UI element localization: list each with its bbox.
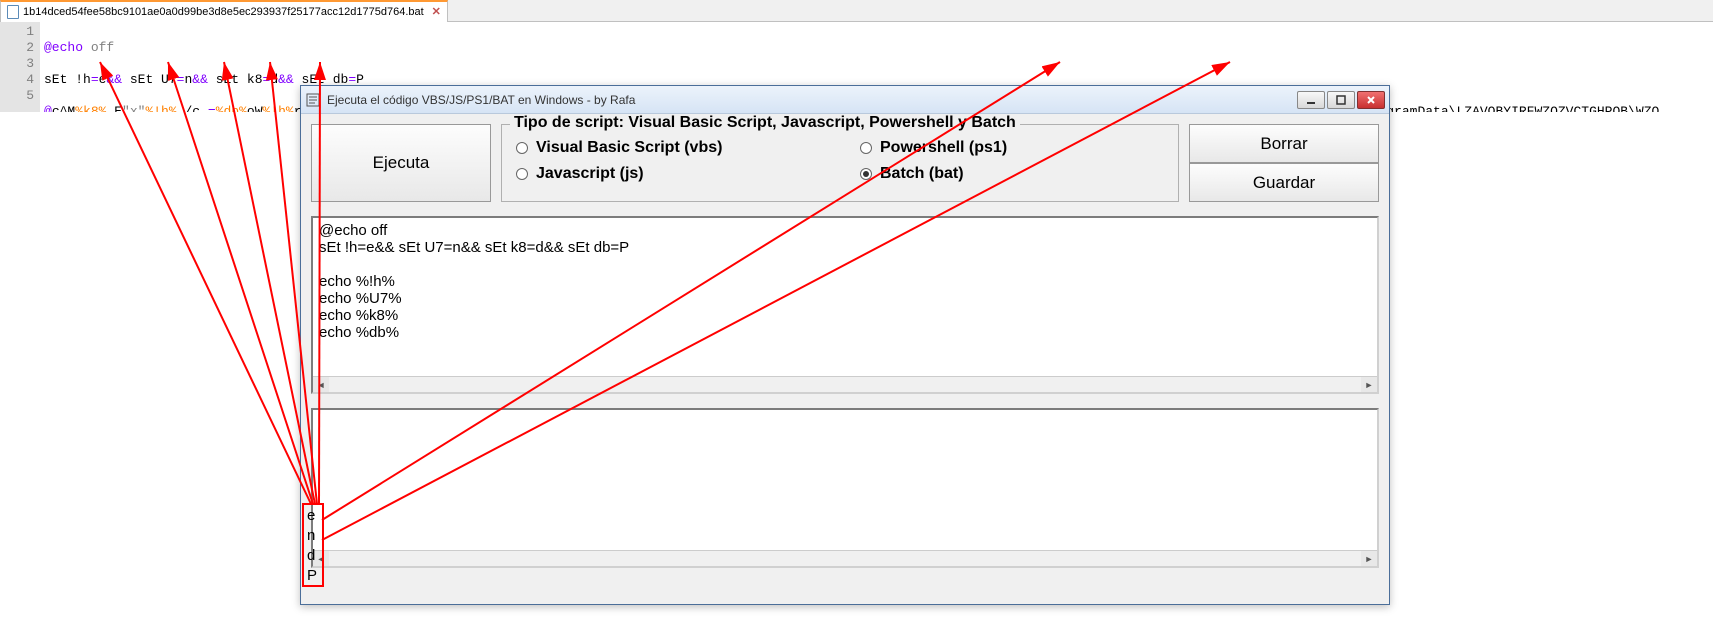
h-scrollbar[interactable]: ◄► bbox=[313, 550, 1377, 566]
line-number: 4 bbox=[2, 72, 34, 88]
scroll-left-icon[interactable]: ◄ bbox=[313, 551, 329, 567]
file-icon bbox=[7, 5, 19, 19]
scroll-right-icon[interactable]: ► bbox=[1361, 551, 1377, 567]
close-icon[interactable]: ✕ bbox=[432, 5, 441, 18]
tab-filename: 1b14dced54fee58bc9101ae0a0d99be3d8e5ec29… bbox=[23, 6, 424, 18]
script-runner-dialog: Ejecuta el código VBS/JS/PS1/BAT en Wind… bbox=[300, 85, 1390, 605]
output-textarea[interactable]: ◄► bbox=[311, 408, 1379, 568]
textarea-content: @echo off sEt !h=e&& sEt U7=n&& sEt k8=d… bbox=[319, 222, 629, 341]
radio-icon bbox=[516, 168, 528, 180]
save-button[interactable]: Guardar bbox=[1189, 163, 1379, 202]
radio-bat[interactable]: Batch (bat) bbox=[860, 165, 1164, 183]
radio-label: Batch (bat) bbox=[880, 165, 964, 183]
execute-button[interactable]: Ejecuta bbox=[311, 124, 491, 202]
maximize-button[interactable] bbox=[1327, 91, 1355, 109]
line-number: 1 bbox=[2, 24, 34, 40]
script-type-group: Tipo de script: Visual Basic Script, Jav… bbox=[501, 124, 1179, 202]
dialog-title: Ejecuta el código VBS/JS/PS1/BAT en Wind… bbox=[327, 93, 1297, 107]
editor-tabbar: 1b14dced54fee58bc9101ae0a0d99be3d8e5ec29… bbox=[0, 0, 1713, 22]
radio-js[interactable]: Javascript (js) bbox=[516, 165, 820, 183]
scroll-right-icon[interactable]: ► bbox=[1361, 377, 1377, 393]
dialog-titlebar[interactable]: Ejecuta el código VBS/JS/PS1/BAT en Wind… bbox=[301, 86, 1389, 114]
radio-icon bbox=[860, 142, 872, 154]
app-icon bbox=[305, 92, 321, 108]
radio-label: Visual Basic Script (vbs) bbox=[536, 139, 722, 157]
clear-button[interactable]: Borrar bbox=[1189, 124, 1379, 163]
minimize-button[interactable] bbox=[1297, 91, 1325, 109]
radio-icon bbox=[860, 168, 872, 180]
group-legend: Tipo de script: Visual Basic Script, Jav… bbox=[510, 114, 1020, 132]
line-gutter: 1 2 3 4 5 bbox=[0, 22, 40, 112]
line-number: 2 bbox=[2, 40, 34, 56]
window-buttons bbox=[1297, 91, 1385, 109]
h-scrollbar[interactable]: ◄► bbox=[313, 376, 1377, 392]
line-number: 5 bbox=[2, 88, 34, 104]
radio-vbs[interactable]: Visual Basic Script (vbs) bbox=[516, 139, 820, 157]
close-button[interactable] bbox=[1357, 91, 1385, 109]
script-input-textarea[interactable]: @echo off sEt !h=e&& sEt U7=n&& sEt k8=d… bbox=[311, 216, 1379, 394]
radio-ps1[interactable]: Powershell (ps1) bbox=[860, 139, 1164, 157]
radio-label: Powershell (ps1) bbox=[880, 139, 1007, 157]
line-number: 3 bbox=[2, 56, 34, 72]
scroll-left-icon[interactable]: ◄ bbox=[313, 377, 329, 393]
radio-label: Javascript (js) bbox=[536, 165, 644, 183]
code-line: @echo off bbox=[44, 40, 1709, 56]
file-tab[interactable]: 1b14dced54fee58bc9101ae0a0d99be3d8e5ec29… bbox=[0, 0, 448, 22]
radio-icon bbox=[516, 142, 528, 154]
